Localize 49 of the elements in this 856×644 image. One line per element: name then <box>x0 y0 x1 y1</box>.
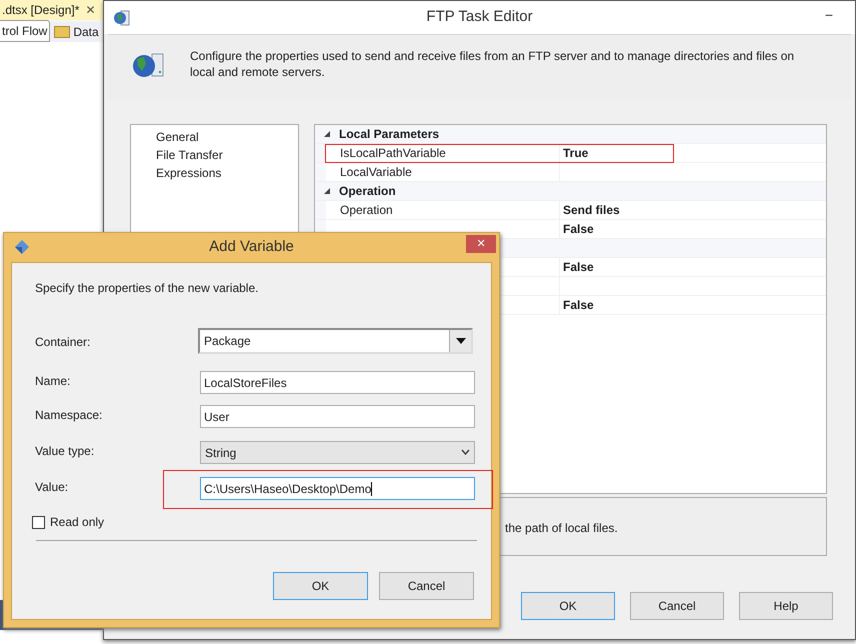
tab[interactable]: trol Flow <box>0 20 50 42</box>
property-value[interactable]: True <box>560 144 588 162</box>
category-label: Operation <box>339 183 396 200</box>
instruction-text: Specify the properties of the new variable. <box>35 280 258 297</box>
category-label: Local Parameters <box>339 126 440 143</box>
document-tab-title[interactable]: .dtsx [Design]* <box>0 1 80 19</box>
dropdown[interactable]: Package <box>198 328 473 354</box>
help-text: the path of local files. <box>505 521 618 535</box>
field-label: Container: <box>35 334 90 351</box>
checkbox-label[interactable]: Read only <box>50 513 104 531</box>
dialog-button[interactable]: Cancel <box>379 572 474 600</box>
dialog-button[interactable]: OK <box>521 592 615 620</box>
dialog-title: Add Variable <box>209 237 294 258</box>
list-item[interactable]: General <box>131 128 298 146</box>
dialog-button[interactable]: OK <box>273 572 368 600</box>
field-label: Value type: <box>35 443 94 460</box>
field-label: Value: <box>35 479 68 496</box>
checkbox[interactable] <box>32 516 45 528</box>
close-button[interactable]: ✕ <box>466 235 496 253</box>
caret-icon <box>456 338 466 344</box>
description-text: Configure the properties used to send and receive files from an FTP server and to manage directories and files on local and remote servers. <box>190 48 796 80</box>
window-title: FTP Task Editor <box>426 7 533 28</box>
input-field[interactable]: LocalStoreFiles <box>200 371 475 394</box>
collapse-icon[interactable] <box>324 131 330 137</box>
dialog-button[interactable]: Help <box>739 592 833 620</box>
input-field[interactable]: C:\Users\Haseo\Desktop\Demo <box>200 477 475 500</box>
property-name[interactable]: IsLocalPathVariable <box>326 144 560 162</box>
globe-server-icon <box>114 10 130 26</box>
folder-icon <box>54 26 70 38</box>
property-name[interactable]: LocalVariable <box>326 163 560 181</box>
input-field[interactable]: User <box>200 405 475 428</box>
minimize-button[interactable]: − <box>824 5 833 26</box>
list-item[interactable]: Expressions <box>131 164 298 182</box>
chevron-icon <box>461 449 470 455</box>
close-icon[interactable]: ✕ <box>85 1 96 19</box>
property-value[interactable]: Send files <box>560 201 620 219</box>
collapse-icon[interactable] <box>324 188 330 194</box>
cube-icon <box>15 240 29 254</box>
field-label: Namespace: <box>35 407 102 424</box>
globe-server-icon <box>133 52 165 78</box>
dropdown-button[interactable] <box>449 330 471 352</box>
list-item[interactable]: File Transfer <box>131 146 298 164</box>
property-name[interactable]: Operation <box>326 201 560 219</box>
property-value[interactable]: False <box>560 296 594 314</box>
property-value[interactable]: False <box>560 258 594 276</box>
field-label: Name: <box>35 373 70 390</box>
dialog-button[interactable]: Cancel <box>630 592 724 620</box>
property-value[interactable]: False <box>560 220 594 238</box>
select-field[interactable]: String <box>200 441 475 464</box>
